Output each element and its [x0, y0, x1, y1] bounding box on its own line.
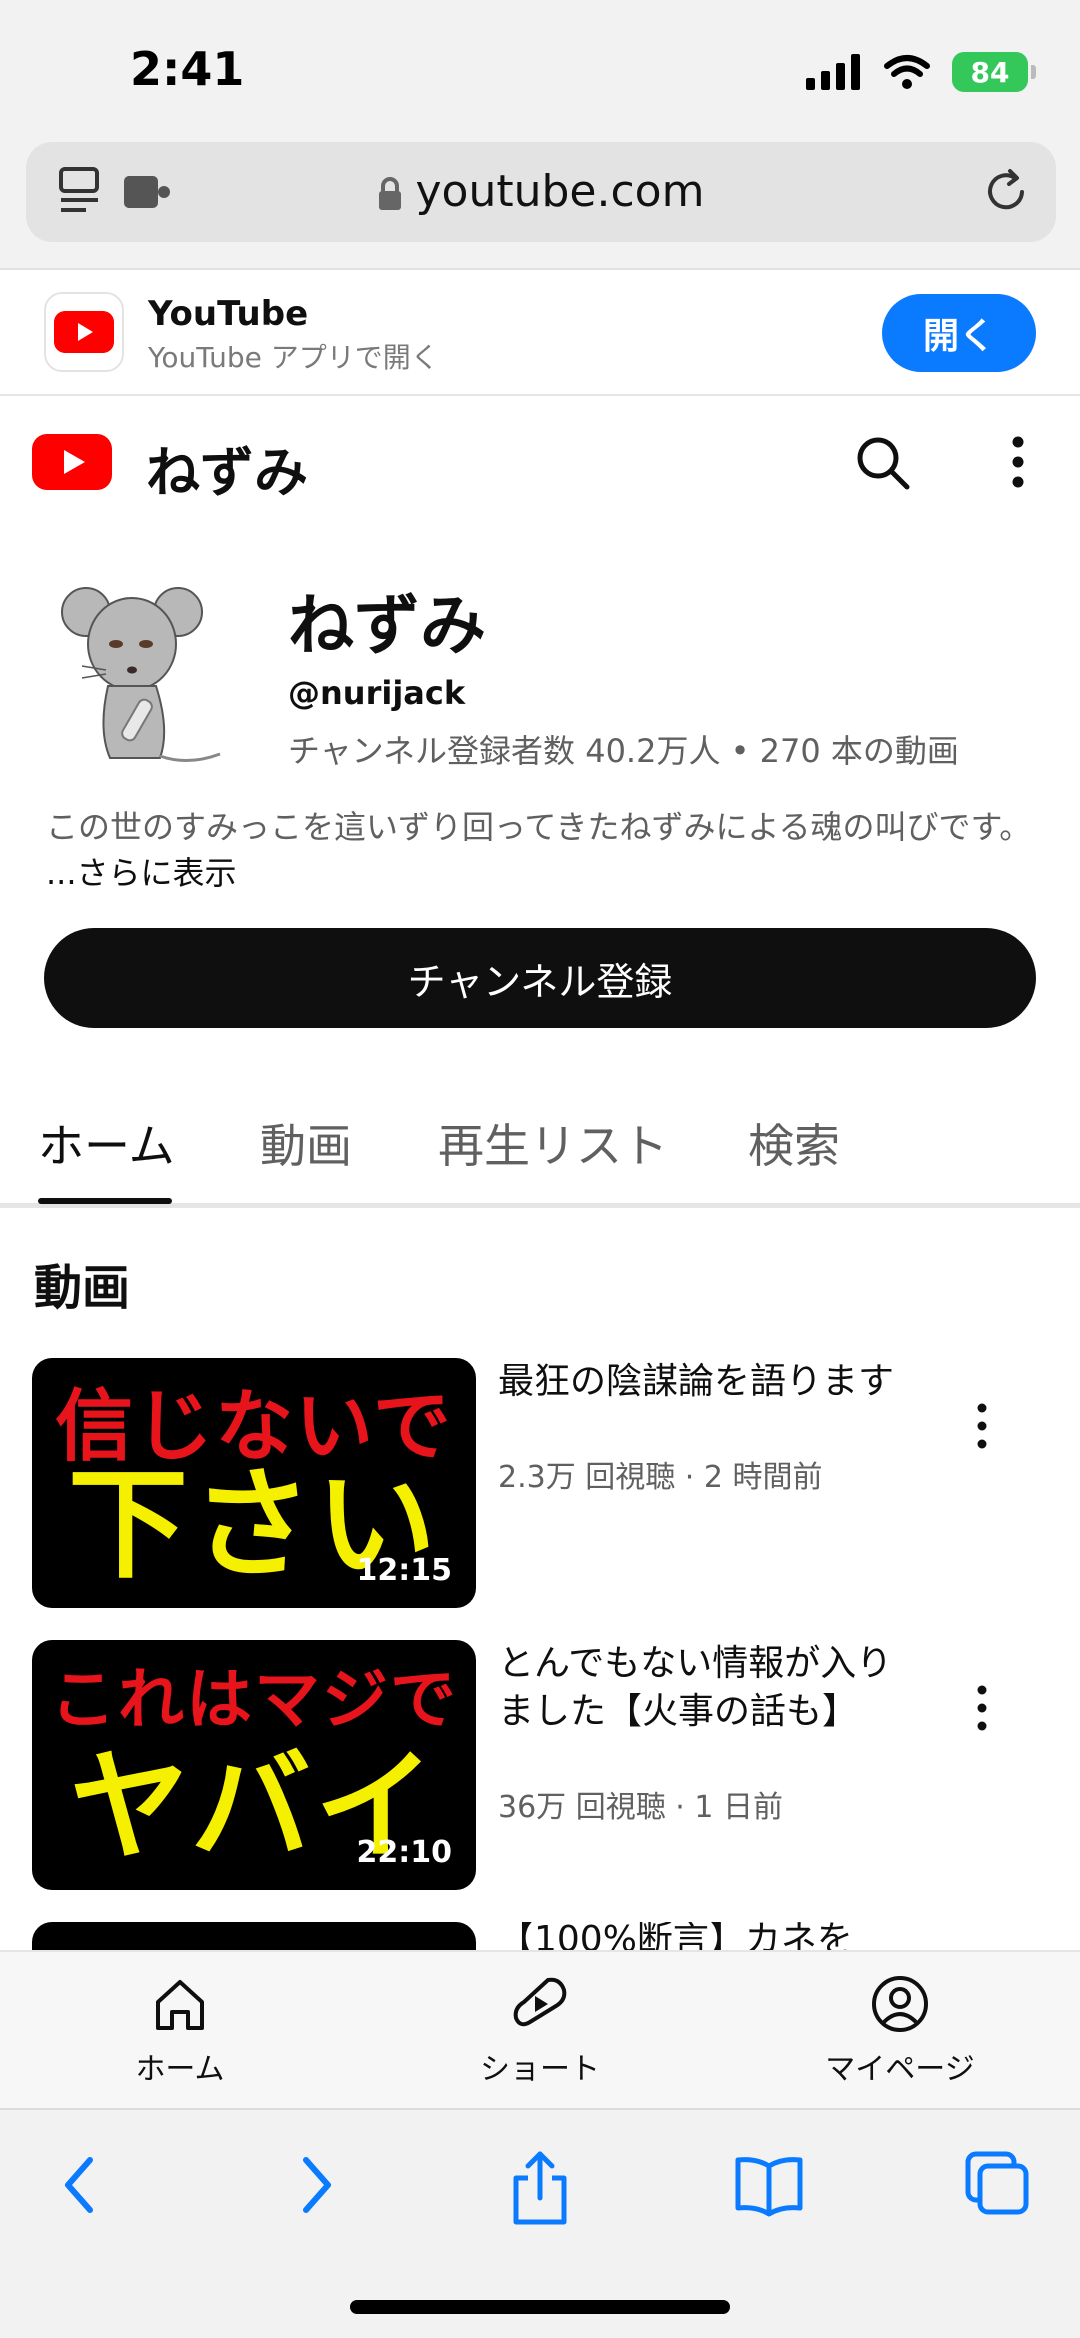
search-icon[interactable]: [854, 434, 912, 492]
open-app-button[interactable]: 開く: [882, 294, 1036, 372]
lock-icon: [378, 177, 401, 210]
video-title[interactable]: 【100%断言】カネを: [498, 1922, 918, 1950]
url-display[interactable]: youtube.com: [26, 166, 1056, 217]
nav-shorts-label: ショート: [480, 2052, 600, 2087]
youtube-bottom-nav: ホーム ショート マイページ: [0, 1950, 1080, 2108]
back-icon[interactable]: [56, 2150, 106, 2220]
header-title: ねずみ: [146, 441, 308, 504]
tab-playlists[interactable]: 再生リスト: [438, 1110, 668, 1176]
video-title[interactable]: 最狂の陰謀論を語ります: [498, 1358, 918, 1406]
nav-shorts[interactable]: ショート: [420, 1974, 660, 2088]
video-thumbnail[interactable]: [32, 1922, 476, 1950]
nav-home[interactable]: ホーム: [60, 1974, 300, 2088]
section-title: 動画: [34, 1260, 131, 1316]
profile-icon: [872, 1976, 928, 2032]
app-subtitle: YouTube アプリで開く: [148, 341, 439, 374]
show-more-link[interactable]: ...さらに表示: [46, 854, 237, 892]
tab-search[interactable]: 検索: [748, 1110, 840, 1176]
tabs-icon[interactable]: [964, 2150, 1030, 2216]
app-open-banner: YouTube YouTube アプリで開く 開く: [0, 272, 1080, 396]
app-name: YouTube: [148, 294, 309, 334]
channel-avatar[interactable]: [48, 570, 228, 770]
video-more-icon[interactable]: [974, 1402, 990, 1450]
home-indicator[interactable]: [350, 2300, 730, 2314]
channel-tabs: ホーム 動画 再生リスト 検索: [0, 1100, 1080, 1208]
thumbnail-text-top: これはマジで: [50, 1660, 458, 1738]
bookmarks-icon[interactable]: [734, 2150, 804, 2220]
subscribe-button[interactable]: チャンネル登録: [44, 928, 1036, 1028]
youtube-header: ねずみ: [0, 398, 1080, 528]
home-icon: [156, 1980, 204, 2030]
video-more-icon[interactable]: [974, 1684, 990, 1732]
battery-indicator: 84: [952, 52, 1036, 92]
channel-description[interactable]: この世のすみっこを這いずり回ってきたねずみによる魂の叫びです。 ...さらに表示: [46, 804, 1036, 896]
status-icons: 84: [806, 52, 1036, 92]
status-time: 2:41: [130, 42, 245, 96]
video-item[interactable]: 信じないで 下さい 12:15 最狂の陰謀論を語ります 2.3万 回視聴 · 2…: [0, 1358, 1080, 1618]
active-tab-indicator: [38, 1198, 172, 1204]
tab-videos[interactable]: 動画: [260, 1110, 352, 1176]
youtube-home-logo-icon[interactable]: [32, 434, 112, 490]
nav-my-page-label: マイページ: [825, 2052, 975, 2087]
youtube-logo-icon: [54, 311, 114, 353]
video-meta: 2.3万 回視聴 · 2 時間前: [498, 1460, 823, 1495]
channel-name: ねずみ: [288, 587, 486, 664]
channel-stats: チャンネル登録者数 40.2万人 • 270 本の動画: [288, 732, 959, 770]
channel-description-text: この世のすみっこを這いずり回ってきたねずみによる魂の叫びです。: [46, 808, 1032, 846]
more-options-icon[interactable]: [1008, 434, 1028, 490]
video-duration: 12:15: [356, 1553, 453, 1588]
video-meta: 36万 回視聴 · 1 日前: [498, 1790, 783, 1825]
forward-icon[interactable]: [290, 2150, 340, 2220]
wifi-icon: [884, 55, 930, 89]
status-bar: 2:41 84: [0, 0, 1080, 140]
browser-address-area: youtube.com: [0, 140, 1080, 270]
reload-button[interactable]: [982, 166, 1032, 220]
reload-icon[interactable]: [982, 166, 1032, 216]
video-duration: 22:10: [356, 1835, 453, 1870]
url-text: youtube.com: [415, 166, 705, 217]
channel-handle: @nurijack: [288, 674, 466, 712]
video-title[interactable]: とんでもない情報が入りました【火事の話も】: [498, 1640, 918, 1736]
nav-home-label: ホーム: [135, 2052, 225, 2087]
video-thumbnail[interactable]: 信じないで 下さい 12:15: [32, 1358, 476, 1608]
signal-icon: [806, 54, 860, 90]
shorts-icon: [513, 1977, 567, 2027]
nav-my-page[interactable]: マイページ: [780, 1974, 1020, 2088]
youtube-app-icon: [44, 292, 124, 372]
video-thumbnail[interactable]: これはマジで ヤバイ 22:10: [32, 1640, 476, 1890]
video-item[interactable]: 【100%断言】カネを: [0, 1922, 1080, 1950]
video-item[interactable]: これはマジで ヤバイ 22:10 とんでもない情報が入りました【火事の話も】 3…: [0, 1640, 1080, 1900]
tab-home[interactable]: ホーム: [38, 1110, 175, 1176]
share-icon[interactable]: [508, 2150, 572, 2226]
address-bar[interactable]: youtube.com: [26, 142, 1056, 242]
